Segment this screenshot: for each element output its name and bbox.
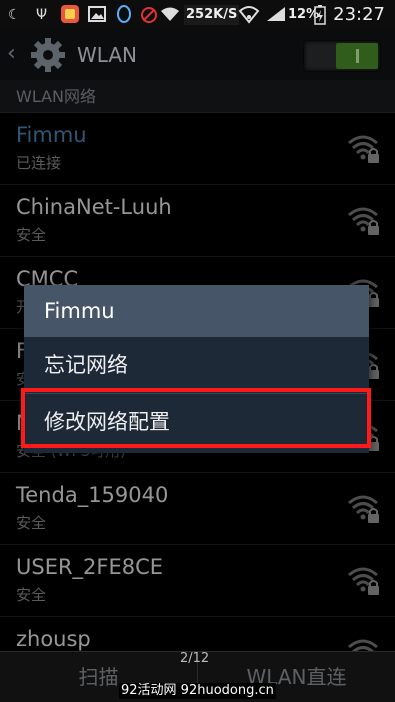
status-bar: ☾ Ψ 252K/S 12% 23:27 (0, 0, 395, 30)
app-icon (60, 4, 80, 30)
dialog-title: Fimmu (44, 299, 115, 323)
menu-item-label: 忘记网络 (44, 353, 128, 377)
highlight-box (21, 388, 371, 448)
wifi-hotspot-icon (238, 4, 260, 30)
moon-icon: ☾ (8, 7, 21, 23)
usb-icon: Ψ (36, 7, 48, 23)
dialog-title-bar: Fimmu (24, 285, 369, 337)
watermark-text: 92活动网 92huodong.cn (119, 683, 276, 699)
page-indicator: 2/12 (180, 651, 210, 666)
headset-icon (140, 6, 158, 30)
network-speed: 252K/S (184, 5, 240, 25)
gallery-icon (88, 6, 106, 28)
qq-icon (116, 5, 132, 31)
menu-item-forget-network[interactable]: 忘记网络 (24, 337, 369, 393)
wifi-icon (160, 6, 180, 28)
clock: 23:27 (333, 4, 385, 25)
signal-icon (266, 6, 286, 28)
battery-charging-icon (314, 5, 326, 31)
